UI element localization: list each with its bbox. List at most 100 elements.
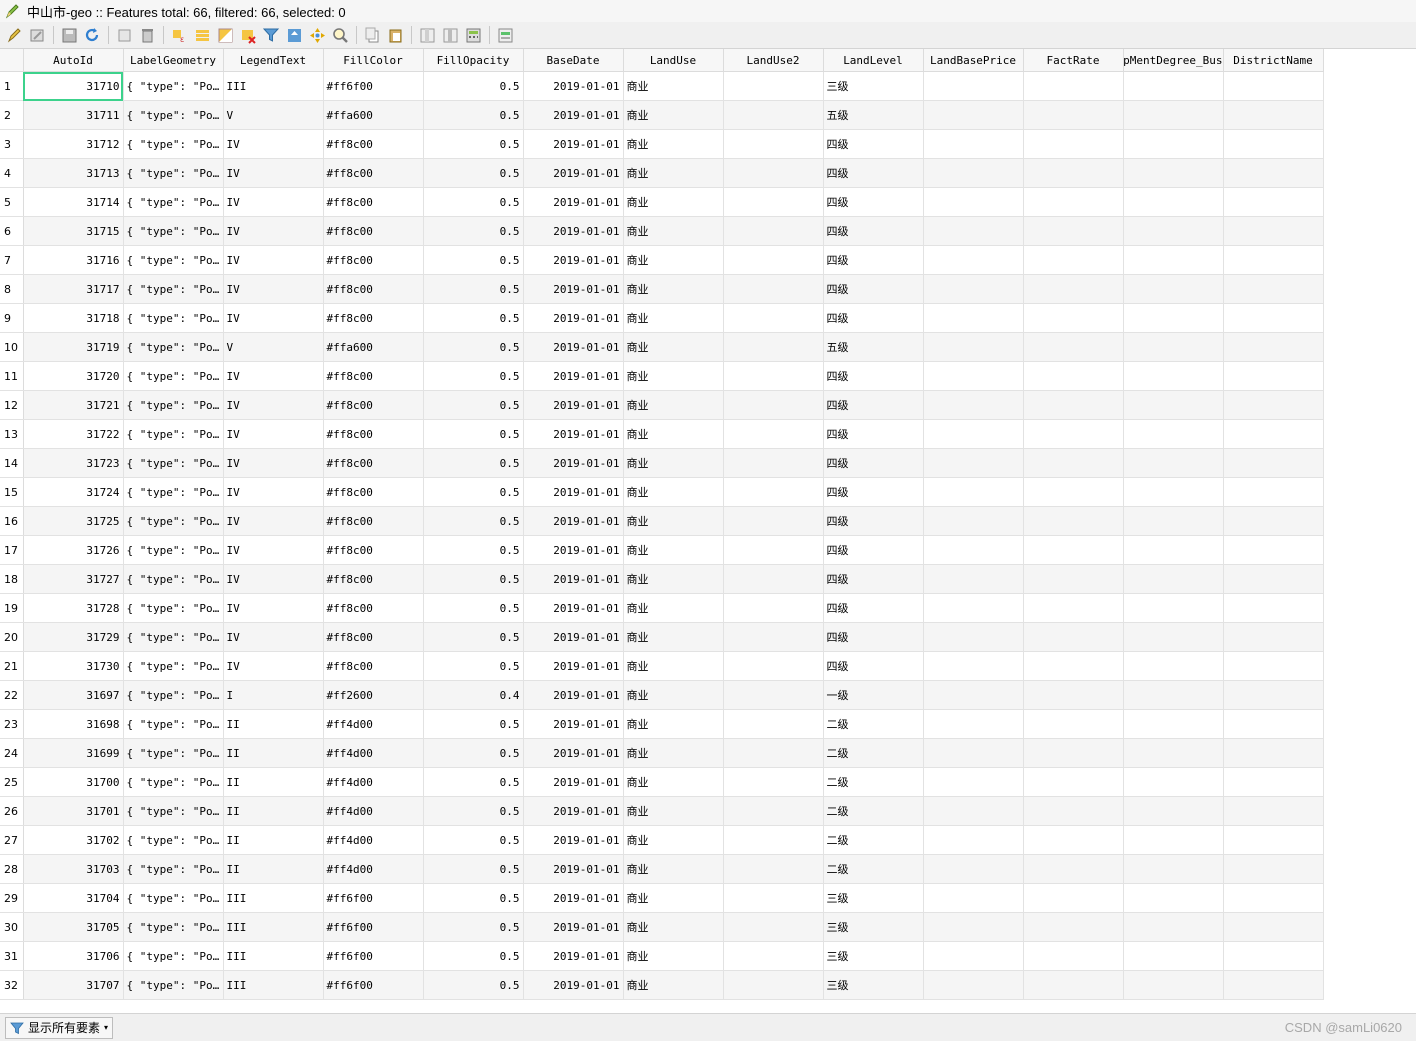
cell-landuse2[interactable] (723, 970, 824, 1000)
cell-landbaseprice[interactable] (923, 651, 1024, 681)
cell-fillopacity[interactable]: 0.5 (423, 71, 524, 101)
cell-legendtext[interactable]: IV (223, 216, 324, 246)
cell-autoid[interactable]: 31716 (23, 245, 124, 275)
cell-autoid[interactable]: 31704 (23, 883, 124, 913)
cell-landuse2[interactable] (723, 796, 824, 826)
cell-basedate[interactable]: 2019-01-01 (523, 970, 624, 1000)
cell-developmentdegree[interactable] (1123, 593, 1224, 623)
cell-landbaseprice[interactable] (923, 825, 1024, 855)
cell-landuse[interactable]: 商业 (623, 506, 724, 536)
cell-labelgeometry[interactable]: { "type": "Po… (123, 622, 224, 652)
cell-factrate[interactable] (1023, 419, 1124, 449)
cell-developmentdegree[interactable] (1123, 680, 1224, 710)
cell-landuse[interactable]: 商业 (623, 651, 724, 681)
cell-legendtext[interactable]: II (223, 709, 324, 739)
cell-landlevel[interactable]: 四级 (823, 506, 924, 536)
cell-legendtext[interactable]: III (223, 912, 324, 942)
cell-labelgeometry[interactable]: { "type": "Po… (123, 158, 224, 188)
cell-autoid[interactable]: 31701 (23, 796, 124, 826)
cell-fillopacity[interactable]: 0.5 (423, 129, 524, 159)
row-number[interactable]: 19 (0, 593, 24, 623)
table-row[interactable]: 21 31730{ "type": "Po… IV #ff8c00 0.5 2019-01… (0, 651, 1324, 681)
cell-autoid[interactable]: 31725 (23, 506, 124, 536)
cell-legendtext[interactable]: IV (223, 129, 324, 159)
cell-fillcolor[interactable]: #ff8c00 (323, 187, 424, 217)
cell-fillopacity[interactable]: 0.4 (423, 680, 524, 710)
cell-landuse[interactable]: 商业 (623, 941, 724, 971)
cell-basedate[interactable]: 2019-01-01 (523, 303, 624, 333)
cell-fillcolor[interactable]: #ff8c00 (323, 158, 424, 188)
row-number[interactable]: 5 (0, 187, 24, 217)
cell-basedate[interactable]: 2019-01-01 (523, 854, 624, 884)
column-header[interactable]: BaseDate (523, 49, 624, 72)
cell-basedate[interactable]: 2019-01-01 (523, 506, 624, 536)
cell-landlevel[interactable]: 四级 (823, 274, 924, 304)
cell-autoid[interactable]: 31723 (23, 448, 124, 478)
cell-fillopacity[interactable]: 0.5 (423, 564, 524, 594)
row-number[interactable]: 8 (0, 274, 24, 304)
cell-landbaseprice[interactable] (923, 535, 1024, 565)
select-by-expression-button[interactable]: ε (168, 24, 190, 46)
cell-developmentdegree[interactable] (1123, 709, 1224, 739)
cell-landbaseprice[interactable] (923, 738, 1024, 768)
cell-fillcolor[interactable]: #ff6f00 (323, 941, 424, 971)
cell-autoid[interactable]: 31700 (23, 767, 124, 797)
cell-fillopacity[interactable]: 0.5 (423, 332, 524, 362)
cell-landlevel[interactable]: 二级 (823, 854, 924, 884)
cell-landuse[interactable]: 商业 (623, 796, 724, 826)
cell-developmentdegree[interactable] (1123, 158, 1224, 188)
cell-labelgeometry[interactable]: { "type": "Po… (123, 912, 224, 942)
cell-basedate[interactable]: 2019-01-01 (523, 448, 624, 478)
column-header[interactable]: opMentDegree_Bus (1123, 49, 1224, 72)
cell-landuse[interactable]: 商业 (623, 593, 724, 623)
cell-developmentdegree[interactable] (1123, 187, 1224, 217)
cell-labelgeometry[interactable]: { "type": "Po… (123, 738, 224, 768)
cell-landuse2[interactable] (723, 593, 824, 623)
cell-landuse[interactable]: 商业 (623, 361, 724, 391)
cell-districtname[interactable] (1223, 477, 1324, 507)
cell-districtname[interactable] (1223, 187, 1324, 217)
cell-landuse2[interactable] (723, 738, 824, 768)
cell-legendtext[interactable]: II (223, 738, 324, 768)
cell-labelgeometry[interactable]: { "type": "Po… (123, 941, 224, 971)
cell-labelgeometry[interactable]: { "type": "Po… (123, 535, 224, 565)
cell-landuse[interactable]: 商业 (623, 390, 724, 420)
cell-autoid[interactable]: 31717 (23, 274, 124, 304)
cell-factrate[interactable] (1023, 187, 1124, 217)
column-header[interactable]: FillColor (323, 49, 424, 72)
cell-fillopacity[interactable]: 0.5 (423, 535, 524, 565)
cell-landlevel[interactable]: 四级 (823, 535, 924, 565)
cell-labelgeometry[interactable]: { "type": "Po… (123, 651, 224, 681)
cell-labelgeometry[interactable]: { "type": "Po… (123, 970, 224, 1000)
cell-autoid[interactable]: 31703 (23, 854, 124, 884)
row-number[interactable]: 3 (0, 129, 24, 159)
cell-landuse[interactable]: 商业 (623, 274, 724, 304)
cell-factrate[interactable] (1023, 332, 1124, 362)
cell-fillcolor[interactable]: #ff8c00 (323, 245, 424, 275)
row-number[interactable]: 30 (0, 912, 24, 942)
cell-labelgeometry[interactable]: { "type": "Po… (123, 332, 224, 362)
cell-legendtext[interactable]: IV (223, 593, 324, 623)
column-header[interactable]: FillOpacity (423, 49, 524, 72)
cell-landbaseprice[interactable] (923, 680, 1024, 710)
cell-districtname[interactable] (1223, 796, 1324, 826)
cell-landbaseprice[interactable] (923, 274, 1024, 304)
cell-autoid[interactable]: 31728 (23, 593, 124, 623)
row-number[interactable]: 2 (0, 100, 24, 130)
cell-autoid[interactable]: 31697 (23, 680, 124, 710)
cell-landuse2[interactable] (723, 535, 824, 565)
cell-fillcolor[interactable]: #ff8c00 (323, 216, 424, 246)
cell-basedate[interactable]: 2019-01-01 (523, 216, 624, 246)
cell-districtname[interactable] (1223, 738, 1324, 768)
cell-factrate[interactable] (1023, 941, 1124, 971)
cell-basedate[interactable]: 2019-01-01 (523, 680, 624, 710)
cell-legendtext[interactable]: IV (223, 506, 324, 536)
cell-fillopacity[interactable]: 0.5 (423, 448, 524, 478)
table-row[interactable]: 1 31710{ "type": "Po… III #ff6f00 0.5 2019-01… (0, 71, 1324, 101)
cell-landlevel[interactable]: 四级 (823, 622, 924, 652)
cell-landuse[interactable]: 商业 (623, 245, 724, 275)
cell-landuse[interactable]: 商业 (623, 129, 724, 159)
row-number[interactable]: 23 (0, 709, 24, 739)
cell-landbaseprice[interactable] (923, 622, 1024, 652)
cell-factrate[interactable] (1023, 970, 1124, 1000)
